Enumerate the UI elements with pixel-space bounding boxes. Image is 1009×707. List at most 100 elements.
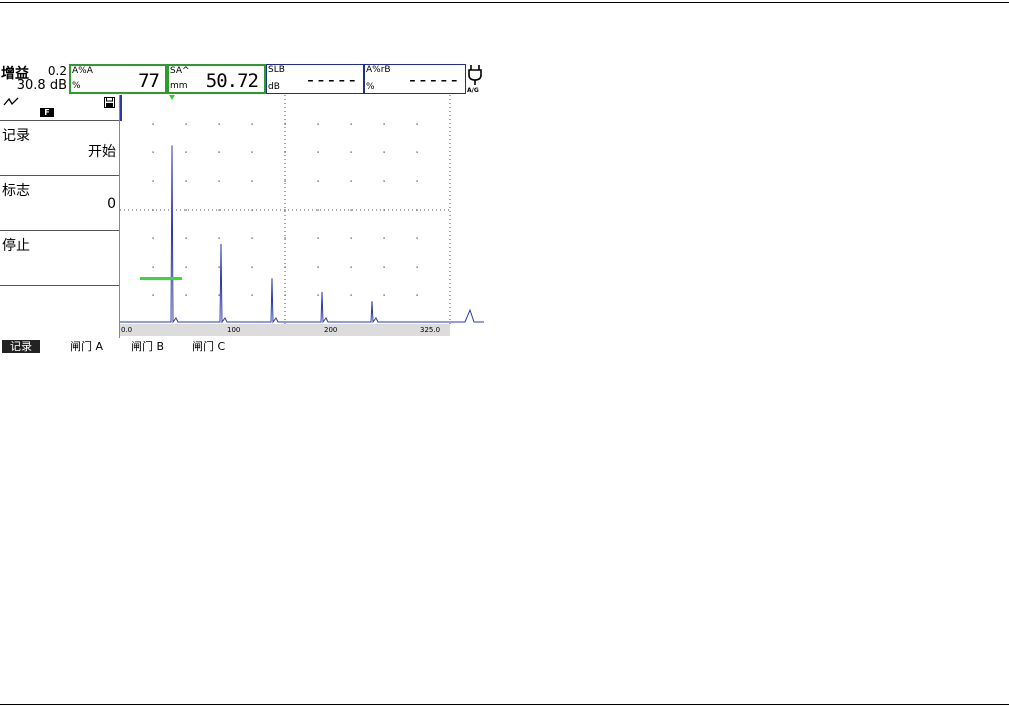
status-bar: F [0,95,119,121]
grid-dot [350,180,352,182]
menu-item-value: 0 [107,196,116,212]
grid-dot [350,237,352,239]
grid-dot [152,237,154,239]
plug-icon [468,65,482,85]
readout-name: A%A [72,66,93,76]
gain-value: 30.8 dB [16,78,67,93]
scan-grid [120,95,451,324]
grid-dot [416,151,418,153]
grid-dot [383,294,385,296]
grid-dot [383,237,385,239]
grid-dot [185,294,187,296]
grid-dot [416,266,418,268]
grid-dot [251,151,253,153]
menu-item-mark[interactable]: 标志 0 [0,176,119,231]
readout-a-ratio-b[interactable]: A%rB % ----- [364,64,466,94]
function-menu: F 记录 开始 标志 0 停止 [0,95,120,338]
grid-dot [350,123,352,125]
tick-label: 0.0 [121,326,132,334]
grid-dot [416,237,418,239]
grid-dot [284,151,286,153]
readout-unit: dB [268,82,280,92]
readout-slb[interactable]: SLB dB ----- [266,64,364,94]
gate-a-bar [140,277,182,280]
grid-dot [317,123,319,125]
grid-dot [317,180,319,182]
power-label: A/G [467,87,479,94]
grid-dot [383,151,385,153]
tick-label: 325.0 [420,326,440,334]
menu-item-title: 标志 [2,183,30,199]
grid-dot [185,266,187,268]
readout-unit: % [366,82,375,92]
grid-dot [416,180,418,182]
a-scan-display[interactable]: 0.0 100 200 325.0 [120,95,484,338]
grid-dot [317,151,319,153]
grid-dot [251,123,253,125]
grid-dot [383,209,385,211]
menu-item-stop[interactable]: 停止 [0,231,119,286]
tick-label: 200 [324,326,337,334]
grid-dot [284,209,286,211]
grid-dot [185,237,187,239]
grid-dot [251,266,253,268]
grid-dot [218,180,220,182]
grid-dot [218,237,220,239]
readout-name: SA^ [170,66,190,76]
readout-unit: mm [170,81,188,91]
softkey-gate-c[interactable]: 闸门 C [192,340,225,353]
grid-dot [350,266,352,268]
grid-dot [152,151,154,153]
readout-value: ----- [406,69,460,91]
grid-dot [218,123,220,125]
menu-item-record[interactable]: 记录 开始 [0,121,119,176]
status-badge: F [40,108,54,117]
softkey-bar: 记录 闸门 A 闸门 B 闸门 C [0,338,484,354]
grid-dot [317,266,319,268]
echo-trace [120,145,484,324]
grid-dot [218,294,220,296]
grid-dot [416,209,418,211]
tick-label: 100 [227,326,240,334]
grid-dot [185,151,187,153]
grid-dot [218,266,220,268]
grid-dot [185,180,187,182]
grid-dot [350,294,352,296]
grid-dot [284,180,286,182]
gain-panel[interactable]: 增益 0.2 30.8 dB [0,62,68,95]
readout-name: SLB [268,65,285,75]
softkey-record[interactable]: 记录 [2,340,40,353]
softkey-gate-b[interactable]: 闸门 B [131,340,164,353]
grid-dot [152,123,154,125]
scan-baseline-band [120,324,450,336]
grid-dot [152,209,154,211]
grid-dot [218,209,220,211]
softkey-gate-a[interactable]: 闸门 A [70,340,103,353]
grid-dot [152,294,154,296]
grid-dot [251,294,253,296]
menu-item-title: 停止 [2,238,30,254]
readout-sound-path[interactable]: SA^ mm 50.72 [167,64,266,94]
grid-dot [317,209,319,211]
grid-dot [152,180,154,182]
grid-dot [383,266,385,268]
grid-dot [383,123,385,125]
readout-value: 77 [138,70,160,92]
gate-start-marker [169,95,175,100]
menu-item-title: 记录 [2,128,30,144]
grid-dot [284,123,286,125]
readout-a-amplitude[interactable]: A%A % 77 [69,64,167,94]
grid-dot [284,266,286,268]
power-status: A/G [466,64,484,94]
top-rule [0,2,1009,3]
rectify-icon [3,97,19,106]
grid-dot [350,151,352,153]
grid-dot [251,237,253,239]
grid-dot [317,237,319,239]
bottom-rule [0,704,1009,705]
readout-value: 50.72 [205,70,259,92]
grid-dot [416,294,418,296]
grid-dot [251,209,253,211]
readout-unit: % [72,81,81,91]
readout-value: ----- [304,69,358,91]
